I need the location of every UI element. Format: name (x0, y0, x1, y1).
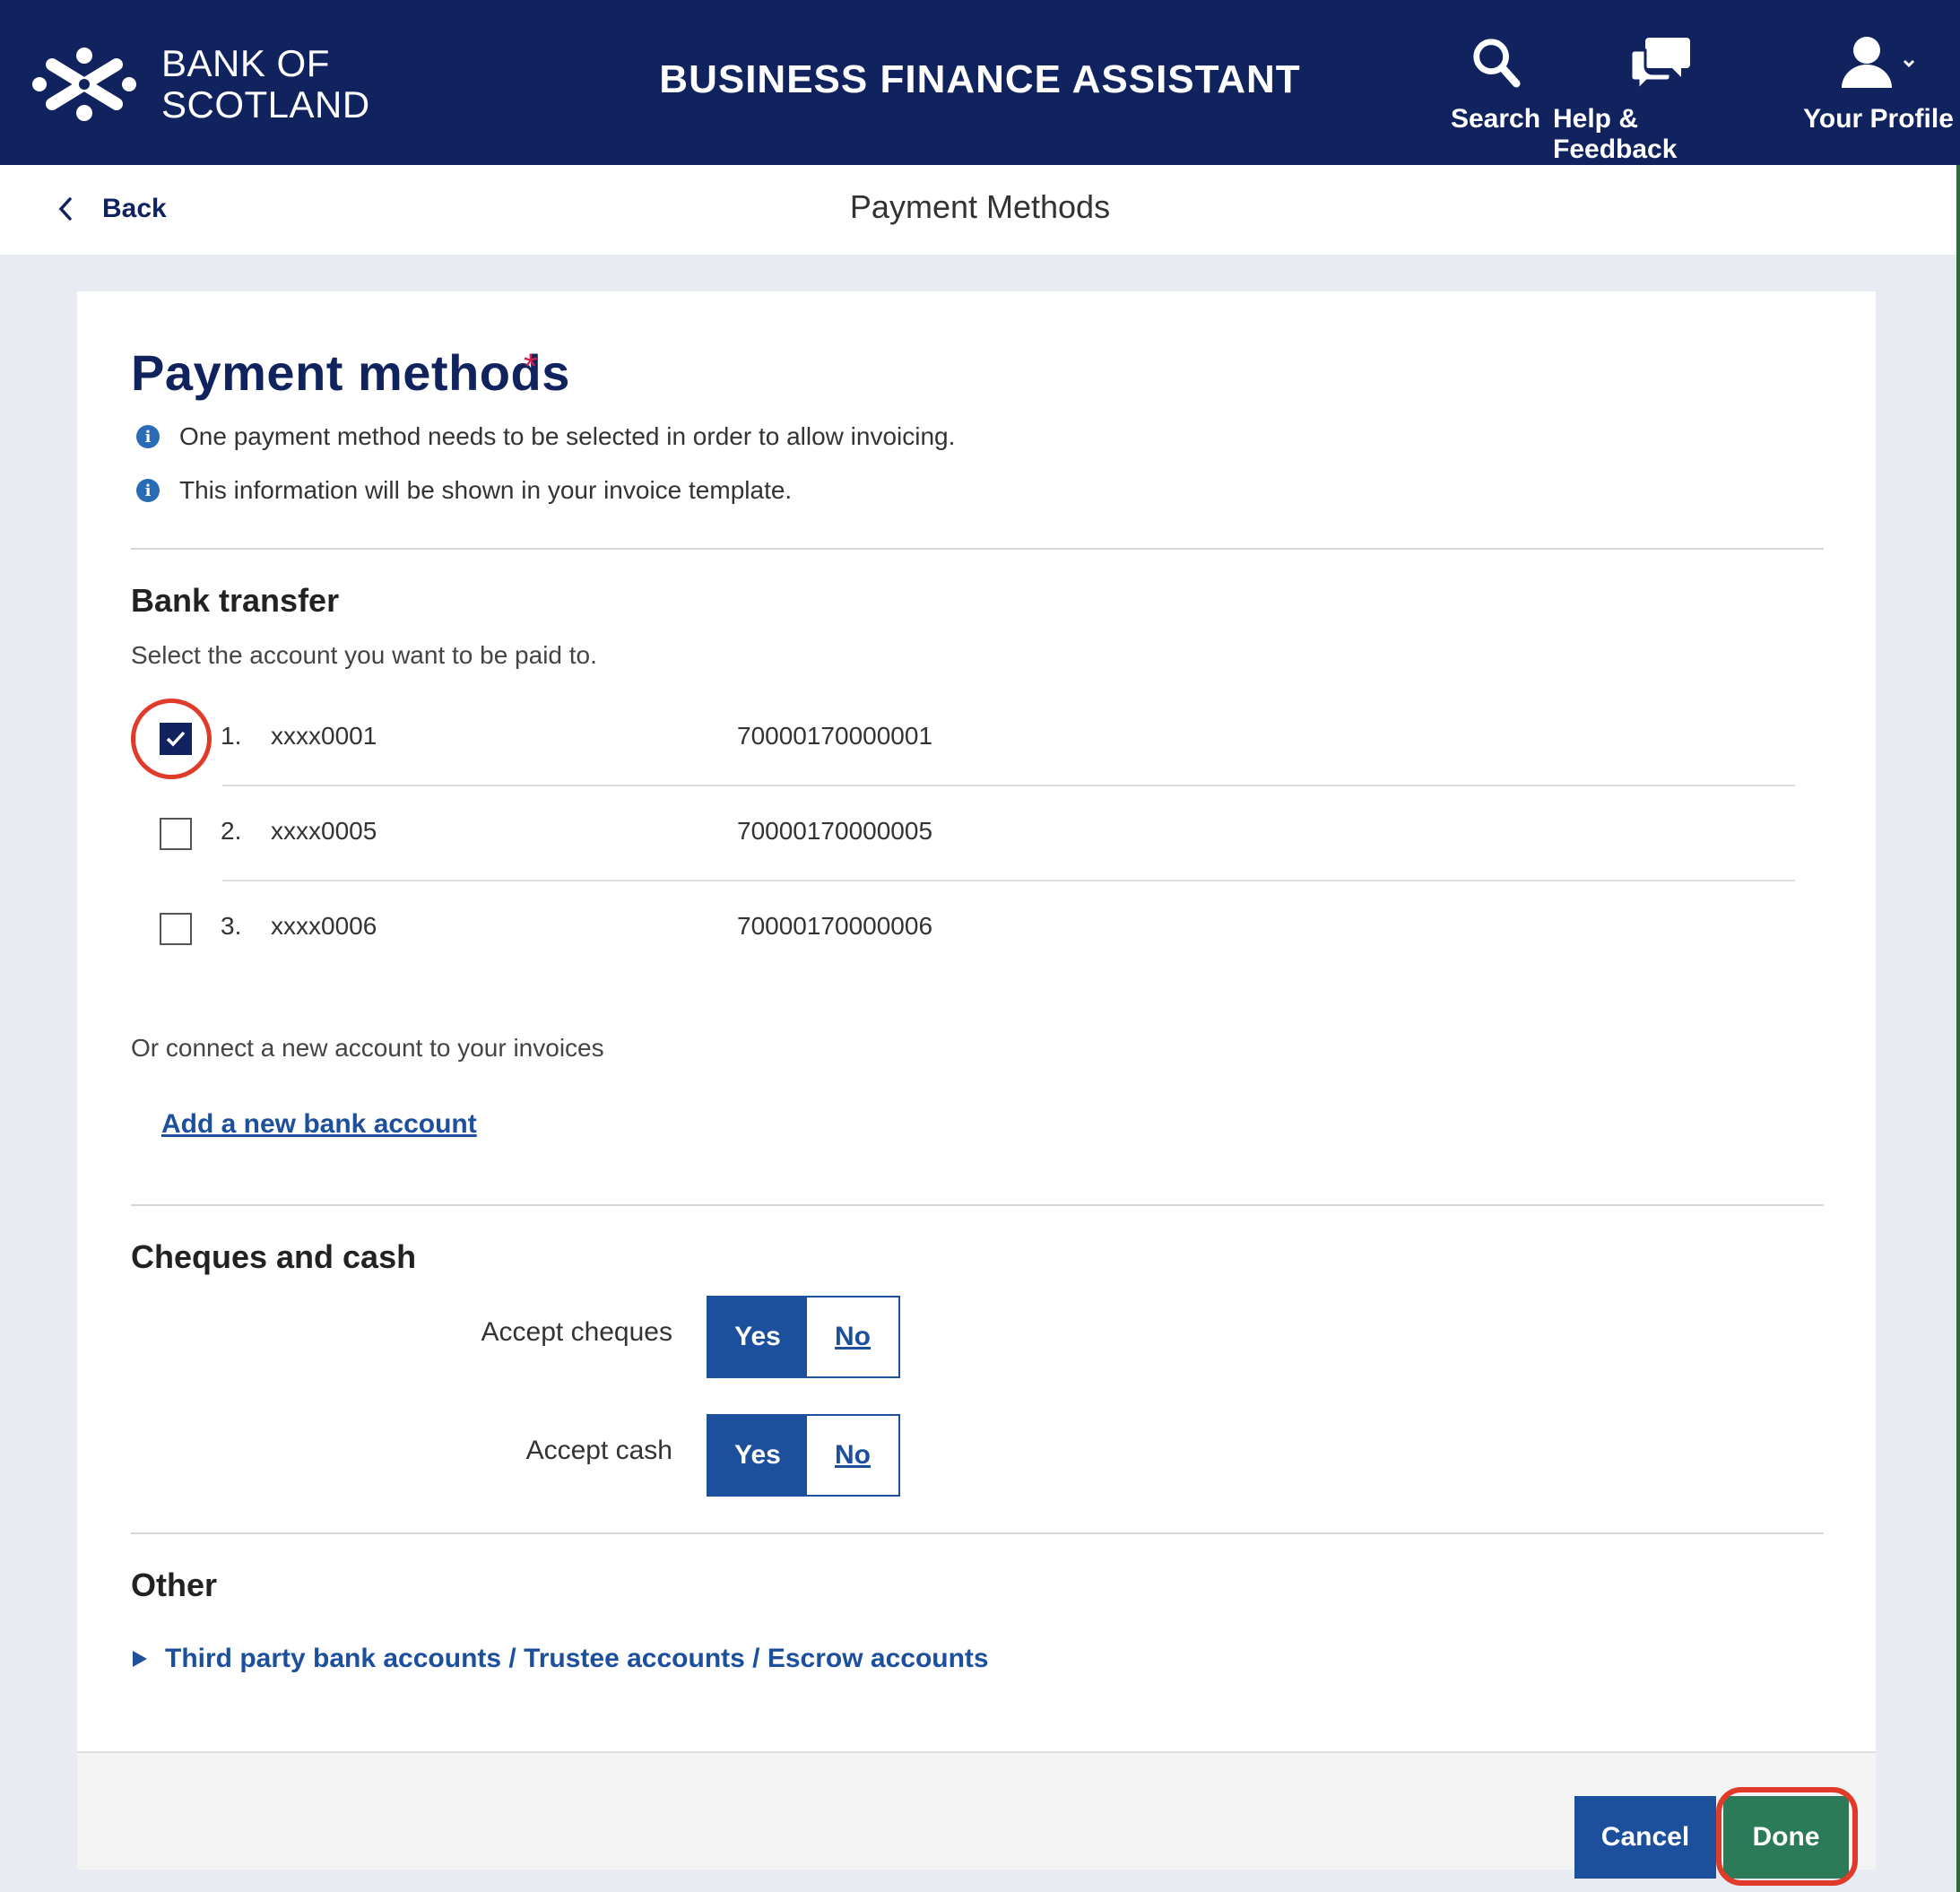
accept-cheques-label: Accept cheques (481, 1317, 672, 1347)
chat-bubbles-icon (1631, 38, 1690, 90)
account-checkbox-2[interactable] (160, 818, 192, 850)
account-masked-number: xxxx0005 (271, 817, 377, 845)
info-message: i This information will be shown in your… (136, 476, 792, 505)
nav-profile-label: Your Profile (1803, 104, 1954, 134)
cancel-button[interactable]: Cancel (1574, 1796, 1716, 1879)
user-profile-icon (1842, 37, 1915, 88)
cheques-yes-option[interactable]: Yes (708, 1297, 807, 1376)
info-text: This information will be shown in your i… (179, 476, 793, 504)
cash-no-option[interactable]: No (807, 1416, 898, 1495)
account-masked-number: xxxx0001 (271, 722, 377, 750)
account-full-number: 70000170000006 (737, 912, 933, 940)
cash-yes-option[interactable]: Yes (708, 1416, 807, 1495)
add-bank-account-link[interactable]: Add a new bank account (161, 1109, 477, 1140)
bank-transfer-heading: Bank transfer (131, 582, 340, 619)
bank-transfer-instruction: Select the account you want to be paid t… (131, 641, 597, 669)
info-message: i One payment method needs to be selecte… (136, 422, 955, 451)
account-index: 2. (221, 817, 242, 845)
nav-help-label: Help & Feedback (1553, 104, 1678, 164)
account-full-number: 70000170000005 (737, 817, 933, 845)
divider (131, 1532, 1824, 1534)
accept-cash-toggle[interactable]: Yes No (707, 1414, 900, 1497)
cheques-cash-heading: Cheques and cash (131, 1238, 417, 1275)
account-row-3[interactable]: 3. xxxx0006 70000170000006 (131, 881, 1795, 976)
third-party-accounts-expander[interactable]: Third party bank accounts / Trustee acco… (133, 1644, 989, 1674)
info-text: One payment method needs to be selected … (179, 422, 956, 450)
account-full-number: 70000170000001 (737, 722, 933, 750)
account-row-1[interactable]: 1. xxxx0001 70000170000001 (131, 691, 1795, 786)
page-title: Payment Methods (849, 188, 1111, 225)
expander-label: Third party bank accounts / Trustee acco… (165, 1644, 989, 1673)
search-icon (1473, 39, 1521, 88)
section-heading: Payment methods (131, 344, 570, 401)
nav-search-button[interactable]: Search (1433, 34, 1558, 135)
divider (131, 548, 1824, 550)
highlight-circle (131, 699, 212, 779)
accept-cash-label: Accept cash (525, 1436, 672, 1465)
info-icon: i (136, 479, 160, 502)
nav-help-feedback-button[interactable]: Help & Feedback (1553, 34, 1768, 165)
account-checkbox-3[interactable] (160, 913, 192, 945)
highlight-outline (1716, 1787, 1858, 1886)
window-edge (1956, 165, 1960, 1892)
nav-profile-button[interactable]: Your Profile (1797, 34, 1960, 135)
account-index: 3. (221, 912, 242, 940)
account-index: 1. (221, 722, 242, 750)
accept-cheques-toggle[interactable]: Yes No (707, 1296, 900, 1378)
cheques-no-option[interactable]: No (807, 1297, 898, 1376)
account-row-2[interactable]: 2. xxxx0005 70000170000005 (131, 786, 1795, 881)
payment-methods-card: Payment methods * i One payment method n… (77, 291, 1876, 1886)
top-header: BANK OF SCOTLAND BUSINESS FINANCE ASSIST… (0, 0, 1960, 165)
info-icon: i (136, 425, 160, 448)
divider (131, 1204, 1824, 1206)
nav-search-label: Search (1450, 104, 1541, 134)
sub-navigation-bar: Back Payment Methods (0, 165, 1960, 255)
account-masked-number: xxxx0006 (271, 912, 377, 940)
required-marker: * (524, 347, 538, 386)
triangle-right-icon (133, 1651, 147, 1667)
other-heading: Other (131, 1567, 218, 1603)
card-footer: Cancel Done (77, 1751, 1876, 1886)
connect-account-text: Or connect a new account to your invoice… (131, 1034, 604, 1062)
